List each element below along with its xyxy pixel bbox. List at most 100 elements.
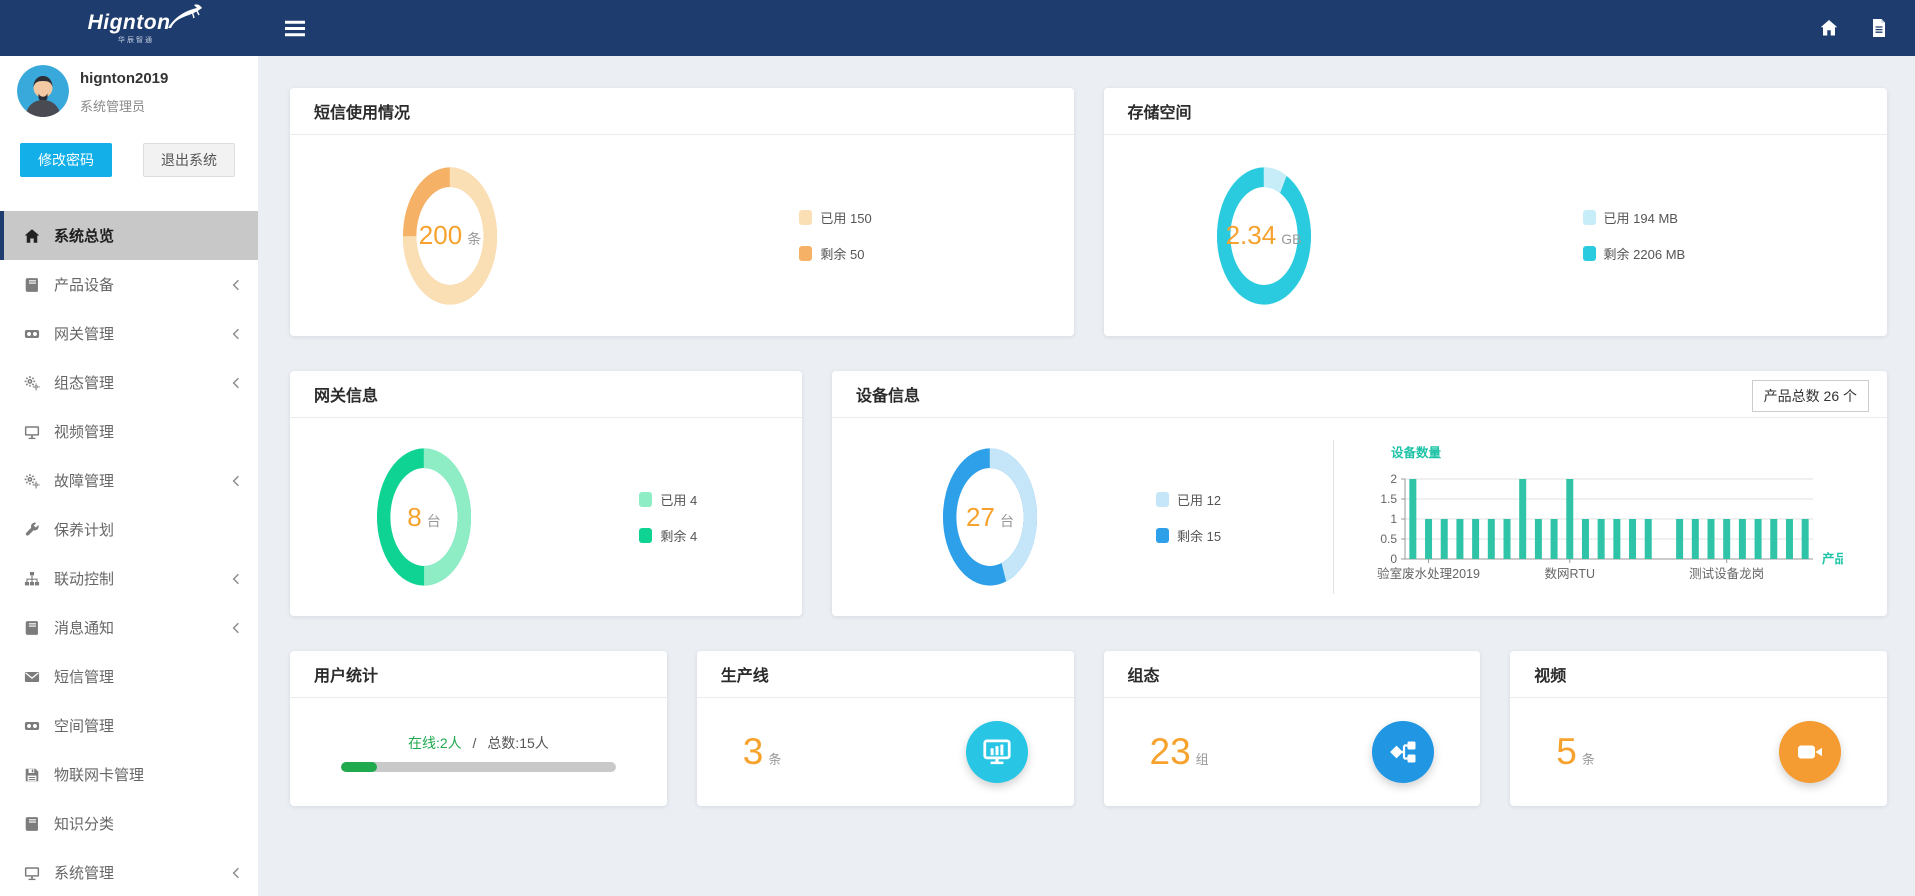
- home-icon[interactable]: [1819, 18, 1839, 38]
- scada-card: 组态 23 组: [1104, 651, 1481, 806]
- row-bottom: 用户统计 在线:2人 / 总数:15人 生产线 3: [290, 651, 1887, 806]
- sidebar-item-4[interactable]: 组态管理: [0, 358, 258, 407]
- sidebar-item-label: 故障管理: [54, 470, 114, 491]
- legend-label: 已用 12: [1177, 490, 1221, 509]
- production-count: 3 条: [743, 731, 782, 773]
- video-value: 5: [1556, 731, 1577, 773]
- chevron-left-icon: [232, 328, 240, 340]
- book-icon: [24, 816, 40, 832]
- sidebar-item-2[interactable]: 产品设备: [0, 260, 258, 309]
- chevron-left-icon: [232, 867, 240, 879]
- svg-text:设备数量: 设备数量: [1391, 445, 1442, 460]
- legend-swatch: [799, 246, 812, 261]
- chevron-left-icon: [232, 279, 240, 291]
- sidebar-item-6[interactable]: 故障管理: [0, 456, 258, 505]
- scada-count: 23 组: [1150, 731, 1209, 773]
- device-bar-chart: 设备数量00.511.52验室废水处理2019数网RTU测试设备龙岗产品: [1334, 427, 1871, 607]
- sidebar-item-14[interactable]: 系统管理: [0, 848, 258, 896]
- sidebar-item-3[interactable]: 网关管理: [0, 309, 258, 358]
- chevron-left-icon: [232, 377, 240, 389]
- sidebar-item-12[interactable]: 物联网卡管理: [0, 750, 258, 799]
- sidebar-item-label: 消息通知: [54, 617, 114, 638]
- legend-label: 已用 150: [820, 208, 871, 227]
- storage-card-body: 2.34GB 已用 194 MB 剩余 2206 MB: [1104, 135, 1888, 336]
- sms-usage-card: 短信使用情况 200条 已用 150剩余 50: [290, 88, 1074, 336]
- logout-button[interactable]: 退出系统: [143, 143, 235, 177]
- book-icon: [24, 277, 40, 293]
- brand-subtitle: 华辰智通: [102, 35, 171, 45]
- goggles-icon: [24, 718, 40, 734]
- svg-text:1.5: 1.5: [1380, 492, 1397, 506]
- device-donut-chart: 27台: [942, 447, 1038, 587]
- logo: Hignton 华辰智通: [88, 12, 171, 45]
- sidebar: Hignton 华辰智通 hignton2019 系统管理员 修改密码 退出系统…: [0, 0, 258, 896]
- home-icon: [24, 228, 40, 244]
- legend-label: 剩余 2206 MB: [1604, 244, 1686, 263]
- video-unit: 条: [1582, 749, 1595, 768]
- sms-legend: 已用 150 剩余 50: [799, 208, 871, 263]
- legend-label: 剩余 15: [1177, 526, 1221, 545]
- chevron-left-icon: [232, 622, 240, 634]
- legend-label: 剩余 50: [820, 244, 864, 263]
- gears-icon: [24, 473, 40, 489]
- svg-text:0.5: 0.5: [1380, 532, 1397, 546]
- scada-value: 23: [1150, 731, 1191, 773]
- svg-text:数网RTU: 数网RTU: [1544, 566, 1594, 581]
- production-value: 3: [743, 731, 764, 773]
- scada-card-body: 23 组: [1104, 698, 1481, 806]
- device-card-body: 27台 已用 12剩余 15 设备数量00.511.52验室废水处理2019数网…: [832, 418, 1887, 616]
- monitor-chart-icon: [966, 721, 1028, 783]
- legend-label: 已用 4: [660, 490, 697, 509]
- gateway-donut-chart: 8台: [376, 447, 472, 587]
- production-card-body: 3 条: [697, 698, 1074, 806]
- envelope-icon: [24, 669, 40, 685]
- svg-text:0: 0: [1390, 552, 1397, 566]
- sidebar-item-label: 物联网卡管理: [54, 764, 144, 785]
- row-middle: 网关信息 8台 已用 4剩余 4 设备信息 产品总数 26 个 27台 已用 1…: [290, 371, 1887, 616]
- legend-swatch: [639, 492, 652, 507]
- document-icon[interactable]: [1869, 18, 1889, 38]
- sidebar-item-label: 产品设备: [54, 274, 114, 295]
- sidebar-item-7[interactable]: 保养计划: [0, 505, 258, 554]
- legend-item: 已用 150: [799, 208, 871, 227]
- sidebar-item-label: 短信管理: [54, 666, 114, 687]
- sitemap-icon: [24, 571, 40, 587]
- antelope-logo-icon: [166, 3, 204, 34]
- user-stats-label: 在线:2人 / 总数:15人: [408, 733, 549, 753]
- storage-legend: 已用 194 MB 剩余 2206 MB: [1583, 208, 1686, 263]
- sms-donut-chart: 200条: [402, 166, 498, 306]
- video-card: 视频 5 条: [1510, 651, 1887, 806]
- storage-donut-chart: 2.34GB: [1216, 166, 1312, 306]
- card-title: 用户统计: [290, 651, 667, 698]
- sidebar-item-5[interactable]: 视频管理: [0, 407, 258, 456]
- sidebar-item-label: 系统总览: [54, 225, 114, 246]
- sidebar-item-9[interactable]: 消息通知: [0, 603, 258, 652]
- legend-swatch: [639, 528, 652, 543]
- sidebar-item-8[interactable]: 联动控制: [0, 554, 258, 603]
- sidebar-item-10[interactable]: 短信管理: [0, 652, 258, 701]
- card-title: 生产线: [697, 651, 1074, 698]
- sidebar-item-1[interactable]: 系统总览: [0, 211, 258, 260]
- legend-swatch: [1156, 528, 1169, 543]
- sidebar-item-label: 网关管理: [54, 323, 114, 344]
- floppy-icon: [24, 767, 40, 783]
- donut-center-label: 27台: [942, 447, 1038, 587]
- monitor-icon: [24, 424, 40, 440]
- user-stats-card: 用户统计 在线:2人 / 总数:15人: [290, 651, 667, 806]
- user-role: 系统管理员: [80, 96, 145, 115]
- share-nodes-icon: [1372, 721, 1434, 783]
- device-card: 设备信息 产品总数 26 个 27台 已用 12剩余 15 设备数量00.511…: [832, 371, 1887, 616]
- hamburger-icon[interactable]: [284, 20, 306, 37]
- legend-swatch: [1583, 246, 1596, 261]
- legend-label: 已用 194 MB: [1604, 208, 1678, 227]
- sidebar-item-11[interactable]: 空间管理: [0, 701, 258, 750]
- goggles-icon: [24, 326, 40, 342]
- sidebar-item-13[interactable]: 知识分类: [0, 799, 258, 848]
- gateway-card-body: 8台 已用 4剩余 4: [290, 418, 802, 616]
- sidebar-item-label: 保养计划: [54, 519, 114, 540]
- monitor-icon: [24, 865, 40, 881]
- svg-text:测试设备龙岗: 测试设备龙岗: [1689, 566, 1764, 581]
- change-password-button[interactable]: 修改密码: [20, 143, 112, 177]
- card-title-text: 设备信息: [856, 382, 920, 406]
- sidebar-item-label: 视频管理: [54, 421, 114, 442]
